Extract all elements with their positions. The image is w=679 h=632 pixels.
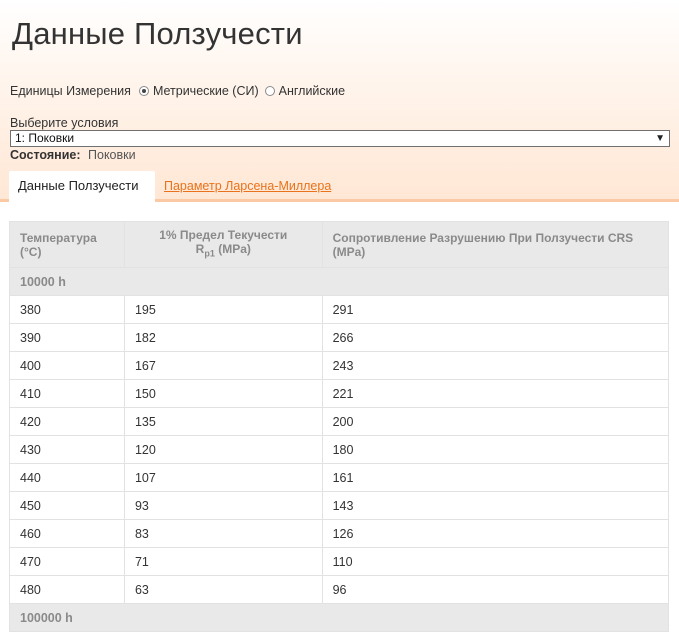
cell-yield-strength: 63	[123, 575, 323, 604]
tab-creep-data[interactable]: Данные Ползучести	[9, 171, 155, 202]
cell-yield-strength: 195	[123, 295, 323, 324]
cell-creep-rupture-strength: 161	[321, 463, 670, 492]
cell-temperature: 440	[9, 463, 125, 492]
state-value: Поковки	[88, 148, 136, 162]
cell-creep-rupture-strength: 96	[321, 575, 670, 604]
table-row: 430 120 180	[9, 435, 670, 464]
table-row: 400 167 243	[9, 351, 670, 380]
cell-creep-rupture-strength: 200	[321, 407, 670, 436]
cell-temperature: 450	[9, 491, 125, 520]
cell-creep-rupture-strength: 110	[321, 547, 670, 576]
table-row: 470 71 110	[9, 547, 670, 576]
table-row: 380 195 291	[9, 295, 670, 324]
units-selector: Единицы Измерения Метрические (СИ) Англи…	[10, 82, 351, 100]
conditions-label: Выберите условия	[10, 116, 119, 130]
units-option-imperial[interactable]: Английские	[264, 84, 346, 98]
cell-temperature: 420	[9, 407, 125, 436]
units-label: Единицы Измерения	[10, 84, 131, 98]
cell-yield-strength: 71	[123, 547, 323, 576]
units-option-label: Метрические (СИ)	[152, 84, 259, 98]
cell-temperature: 410	[9, 379, 125, 408]
cell-creep-rupture-strength: 126	[321, 519, 670, 548]
cell-creep-rupture-strength: 243	[321, 351, 670, 380]
table-row: 460 83 126	[9, 519, 670, 548]
table-body: 10000 h 380 195 291 390 182 266 400 167 243 410 150…	[9, 267, 670, 632]
cell-yield-strength: 120	[123, 435, 323, 464]
table-group-row: 10000 h	[9, 267, 669, 296]
cell-creep-rupture-strength: 143	[321, 491, 670, 520]
group-label: 10000 h	[9, 267, 669, 296]
cell-temperature: 470	[9, 547, 125, 576]
conditions-selected-value: 1: Поковки	[15, 131, 75, 145]
dropdown-arrow-icon[interactable]: ▼	[655, 131, 665, 146]
cell-temperature: 430	[9, 435, 125, 464]
column-header-crs: Сопротивление Разрушению При Ползучести …	[321, 221, 670, 268]
state-row: Состояние: Поковки	[10, 148, 136, 162]
yield-header-subscript: p1	[204, 248, 215, 259]
column-header-temperature: Температура (°C)	[9, 221, 125, 268]
cell-yield-strength: 107	[123, 463, 323, 492]
table-row: 450 93 143	[9, 491, 670, 520]
yield-header-line1: 1% Предел Текучести	[159, 228, 288, 243]
table-row: 440 107 161	[9, 463, 670, 492]
page-title: Данные Ползучести	[12, 16, 303, 51]
conditions-select[interactable]: 1: Поковки ▼	[10, 130, 670, 147]
table-group-row: 100000 h	[9, 603, 669, 632]
cell-temperature: 480	[9, 575, 125, 604]
table-row: 480 63 96	[9, 575, 670, 604]
yield-header-unit: (MPa)	[218, 242, 251, 257]
table-row: 410 150 221	[9, 379, 670, 408]
cell-yield-strength: 150	[123, 379, 323, 408]
cell-temperature: 380	[9, 295, 125, 324]
creep-data-table: Температура (°C) 1% Предел Текучести Rp1…	[9, 221, 670, 632]
tab-larson-miller[interactable]: Параметр Ларсена-Миллера	[164, 179, 331, 193]
cell-creep-rupture-strength: 180	[321, 435, 670, 464]
column-header-yield: 1% Предел Текучести Rp1 (MPa)	[123, 221, 323, 268]
table-row: 420 135 200	[9, 407, 670, 436]
cell-temperature: 390	[9, 323, 125, 352]
cell-temperature: 460	[9, 519, 125, 548]
table-row: 390 182 266	[9, 323, 670, 352]
cell-creep-rupture-strength: 266	[321, 323, 670, 352]
cell-creep-rupture-strength: 221	[321, 379, 670, 408]
radio-checked-icon[interactable]	[138, 86, 149, 96]
table-header-row: Температура (°C) 1% Предел Текучести Rp1…	[9, 221, 670, 268]
cell-yield-strength: 83	[123, 519, 323, 548]
group-label: 100000 h	[9, 603, 669, 632]
cell-yield-strength: 135	[123, 407, 323, 436]
units-option-metric[interactable]: Метрические (СИ)	[138, 84, 259, 98]
radio-unchecked-icon[interactable]	[264, 86, 275, 96]
cell-yield-strength: 93	[123, 491, 323, 520]
cell-temperature: 400	[9, 351, 125, 380]
cell-yield-strength: 167	[123, 351, 323, 380]
state-label: Состояние:	[10, 148, 81, 162]
cell-creep-rupture-strength: 291	[321, 295, 670, 324]
cell-yield-strength: 182	[123, 323, 323, 352]
units-option-label: Английские	[278, 84, 346, 98]
